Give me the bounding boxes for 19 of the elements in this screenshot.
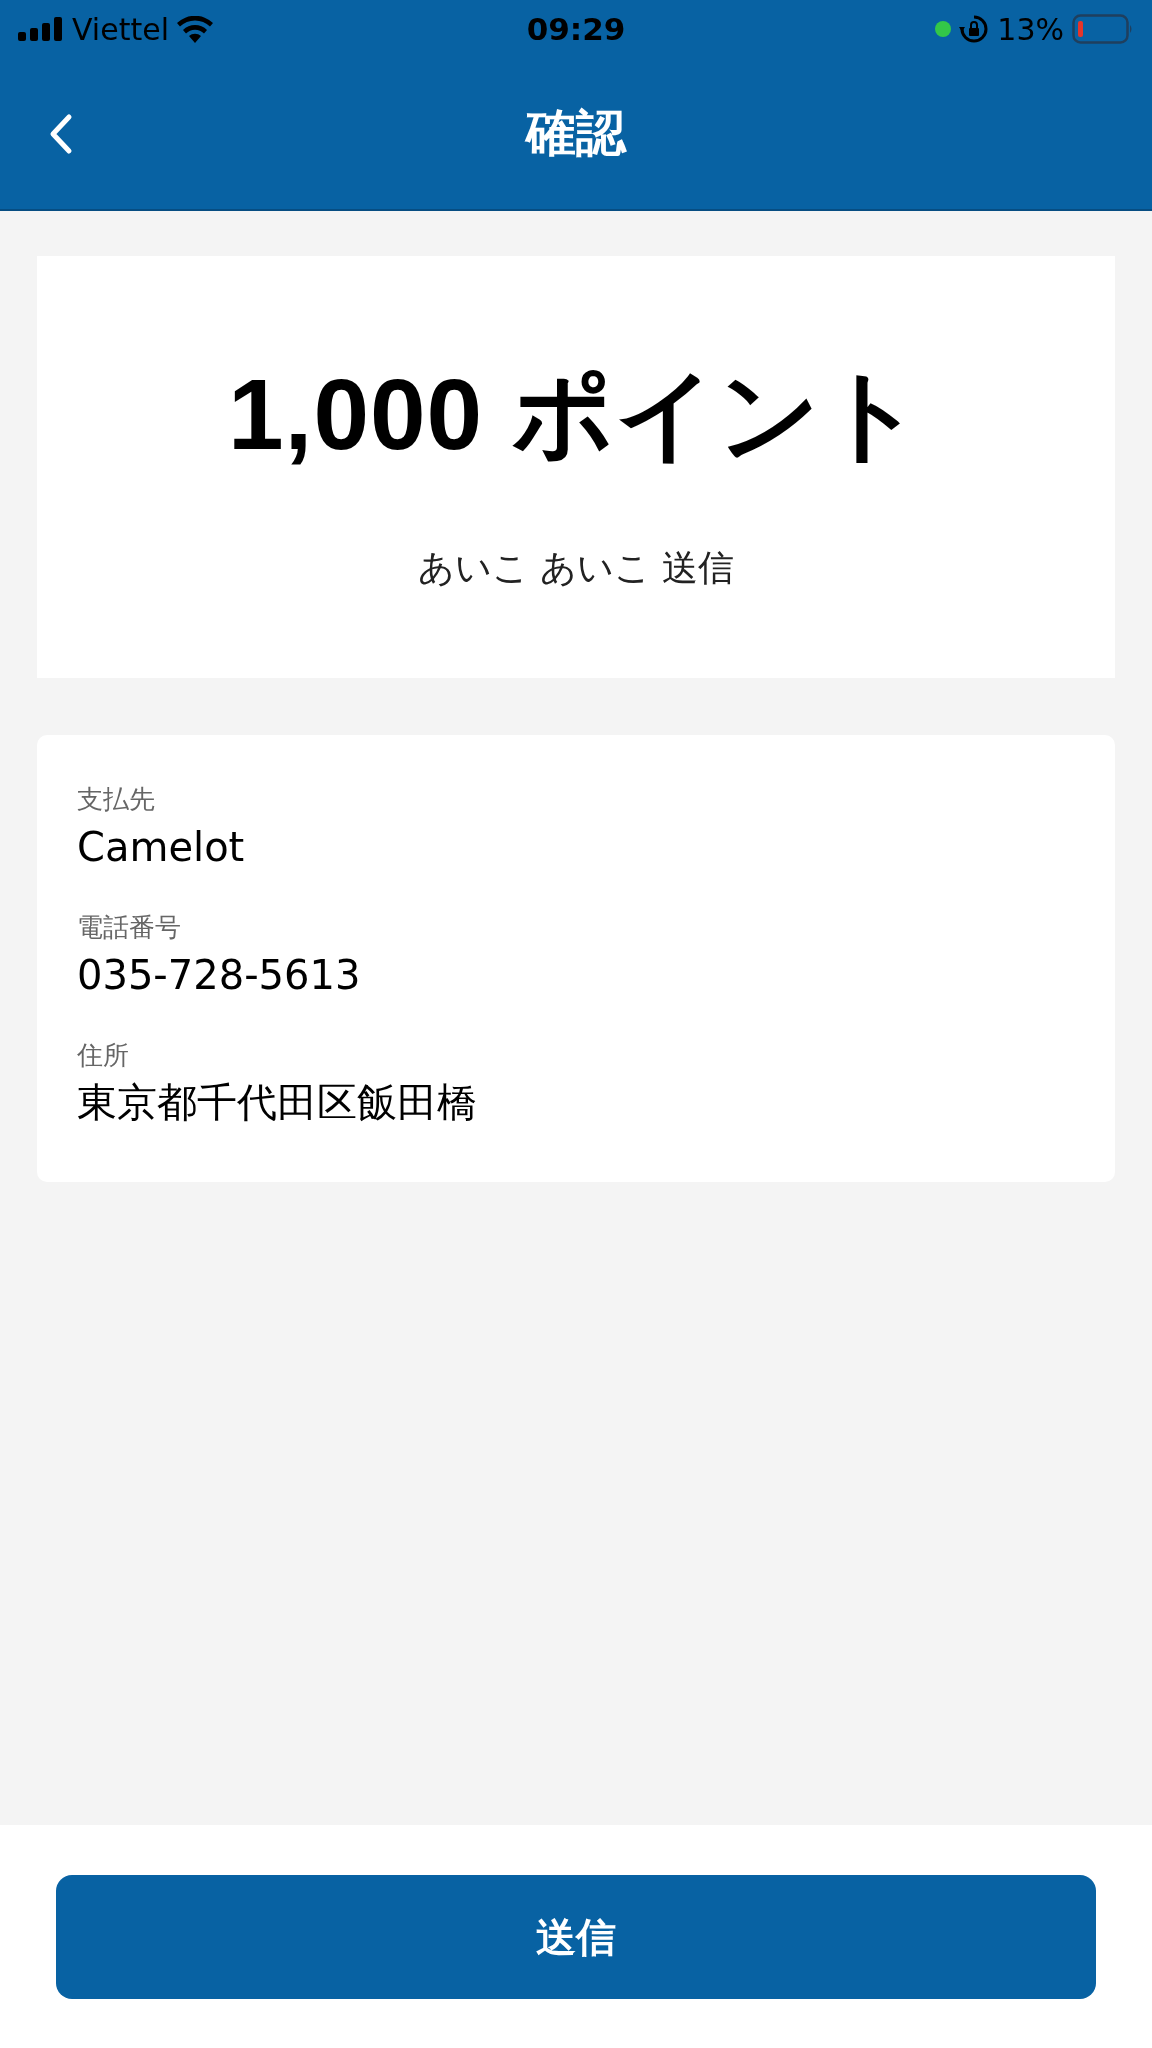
field-label: 住所 <box>77 1038 130 1072</box>
clock-time: 09:29 <box>526 9 626 49</box>
page-title: 確認 <box>526 103 626 164</box>
send-button[interactable]: 送信 <box>56 1875 1096 1999</box>
rotation-lock-icon <box>959 14 990 44</box>
field-label: 支払先 <box>77 783 156 816</box>
battery-icon <box>1072 14 1134 44</box>
field-value: 東京都千代田区飯田橋 <box>77 1078 478 1128</box>
indicator-dot <box>935 21 952 37</box>
field-value: Camelot <box>77 822 246 872</box>
wifi-icon <box>177 15 213 43</box>
back-chevron-icon <box>48 112 74 155</box>
battery-percent: 13% <box>997 10 1064 49</box>
points-amount: 1,000 ポイント <box>228 357 924 472</box>
recipient-text: あいこ あいこ 送信 <box>417 546 735 590</box>
signal-icon <box>18 17 64 41</box>
field-value: 035-728-5613 <box>77 950 362 1000</box>
field-label: 電話番号 <box>77 910 182 944</box>
carrier-name: Viettel <box>72 10 169 49</box>
